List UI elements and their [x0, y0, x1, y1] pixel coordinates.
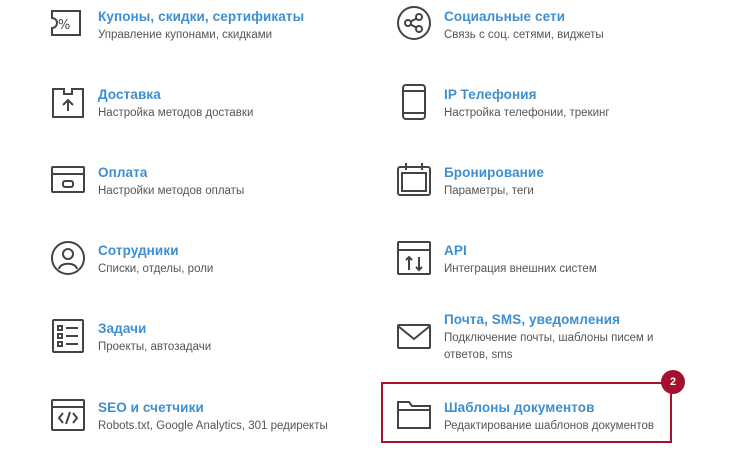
menu-item-title[interactable]: Купоны, скидки, сертификаты: [98, 9, 304, 24]
menu-item-desc: Настройка телефонии, трекинг: [444, 107, 610, 119]
menu-item-title[interactable]: SEO и счетчики: [98, 400, 204, 415]
tasks-icon: [50, 318, 86, 354]
card-icon: [50, 162, 86, 198]
menu-item-desc: Списки, отделы, роли: [98, 263, 214, 275]
menu-item-title[interactable]: Социальные сети: [444, 9, 565, 24]
menu-item-title[interactable]: Оплата: [98, 165, 147, 180]
menu-item-desc: Параметры, теги: [444, 185, 534, 197]
svg-text:%: %: [58, 18, 70, 33]
delivery-box-icon: [50, 84, 86, 120]
step-badge: 2: [661, 370, 685, 394]
menu-item-title[interactable]: Доставка: [98, 87, 161, 102]
menu-item-desc: Связь с соц. сетями, виджеты: [444, 29, 604, 41]
phone-icon: [396, 84, 432, 120]
menu-item-title[interactable]: Сотрудники: [98, 243, 179, 258]
menu-item-desc: Robots.txt, Google Analytics, 301 редире…: [98, 420, 328, 432]
menu-item-desc: Управление купонами, скидками: [98, 29, 273, 41]
menu-item-title[interactable]: Бронирование: [444, 165, 544, 180]
menu-item-title[interactable]: Задачи: [98, 321, 146, 336]
menu-item-title[interactable]: IP Телефония: [444, 87, 537, 102]
calendar-icon: [396, 162, 432, 198]
menu-item-desc: Редактирование шаблонов документов: [444, 420, 654, 432]
menu-item-desc: Настройка методов доставки: [98, 107, 254, 119]
menu-item-desc: Интеграция внешних систем: [444, 263, 597, 275]
menu-item-title[interactable]: API: [444, 243, 467, 258]
share-icon: [396, 5, 432, 41]
folder-icon: [396, 397, 432, 433]
api-icon: [396, 240, 432, 276]
mail-icon: [396, 318, 432, 354]
menu-item-desc: Подключение почты, шаблоны писем и ответ…: [444, 332, 654, 361]
coupon-icon: %: [50, 5, 86, 41]
menu-item-title[interactable]: Почта, SMS, уведомления: [444, 312, 620, 327]
code-icon: [50, 397, 86, 433]
menu-item-desc: Проекты, автозадачи: [98, 341, 212, 353]
menu-item-desc: Настройки методов оплаты: [98, 185, 245, 197]
menu-item-title[interactable]: Шаблоны документов: [444, 400, 595, 415]
user-icon: [50, 240, 86, 276]
